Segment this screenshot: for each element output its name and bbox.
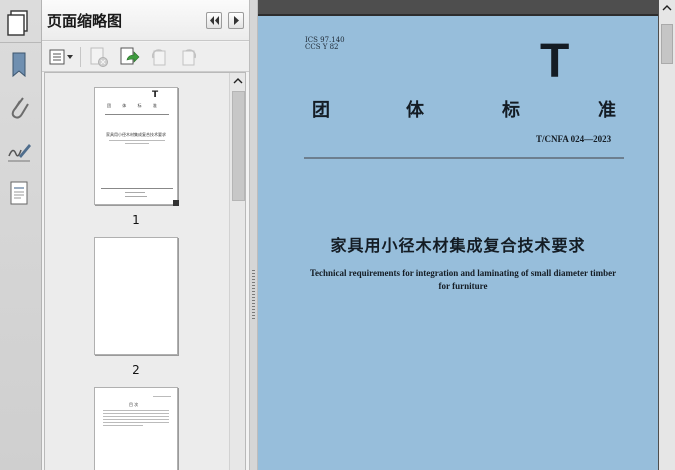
delete-page-button[interactable] — [88, 46, 110, 68]
pages-icon[interactable] — [5, 178, 33, 208]
delete-page-icon — [90, 47, 108, 67]
document-scroll-up-button[interactable] — [659, 0, 675, 14]
page-thumbnails-panel: 页面缩略图 T 团 体 标 准 家具用小径木材集成复合技术要求 1 2 目 次 — [42, 0, 249, 470]
double-chevron-left-icon — [210, 16, 219, 25]
chevron-up-icon — [662, 5, 672, 11]
chevron-up-icon — [233, 78, 243, 84]
panel-splitter[interactable] — [249, 0, 258, 470]
navigation-rail — [0, 0, 42, 470]
header-char-1: 团 — [312, 100, 330, 121]
document-title-chinese: 家具用小径木材集成复合技术要求 — [330, 236, 586, 255]
options-menu-button[interactable] — [48, 46, 76, 68]
thumbnails-toolbar — [42, 42, 249, 72]
pages-panel-icon[interactable] — [5, 8, 33, 38]
options-menu-icon — [49, 49, 73, 65]
document-title-english-line1: Technical requirements for integration a… — [309, 268, 617, 278]
rotate-left-button[interactable] — [148, 46, 170, 68]
extract-page-button[interactable] — [118, 46, 140, 68]
extract-page-icon — [120, 47, 140, 65]
thumbnail-1-label: 1 — [132, 213, 140, 227]
scroll-up-button[interactable] — [230, 73, 245, 90]
header-rule — [304, 157, 624, 159]
mini-title: 家具用小径木材集成复合技术要求 — [106, 132, 166, 137]
page-thumbnail-1[interactable]: T 团 体 标 准 家具用小径木材集成复合技术要求 — [94, 87, 179, 206]
page-thumbnail-2[interactable] — [94, 237, 178, 355]
standard-type-letter: T — [540, 35, 570, 88]
scrollbar-thumb[interactable] — [232, 91, 245, 201]
document-view: ICS 97.140 CCS Y 82 T 团 体 标 准 T/CNFA 024… — [258, 0, 675, 470]
next-panel-button[interactable] — [228, 12, 244, 29]
collapse-panel-button[interactable] — [206, 12, 222, 29]
thumbnail-list: T 团 体 标 准 家具用小径木材集成复合技术要求 1 2 目 次 — [44, 72, 246, 470]
rotate-right-icon — [182, 49, 197, 66]
document-scrollbar-thumb[interactable] — [661, 24, 673, 64]
rotate-left-icon — [151, 49, 166, 66]
header-char-2: 体 — [406, 100, 424, 121]
panel-header: 页面缩略图 — [42, 0, 249, 41]
document-title-english-line2: for furniture — [438, 281, 488, 291]
thumbnail-scrollbar[interactable] — [229, 73, 245, 470]
header-char-3: 标 — [502, 100, 520, 121]
splitter-grip[interactable] — [252, 270, 255, 320]
thumbnail-2-label: 2 — [132, 363, 140, 377]
signature-icon[interactable] — [5, 136, 33, 166]
mini-heading: 目 次 — [129, 402, 139, 407]
document-page: ICS 97.140 CCS Y 82 T 团 体 标 准 T/CNFA 024… — [258, 14, 658, 470]
chevron-right-icon — [234, 16, 239, 25]
ccs-code: CCS Y 82 — [305, 43, 339, 51]
rotate-right-button[interactable] — [178, 46, 200, 68]
mini-header: 团 体 标 准 — [107, 103, 162, 108]
header-char-4: 准 — [598, 100, 616, 121]
document-scrollbar[interactable] — [659, 0, 675, 470]
page-thumbnail-3[interactable]: 目 次 — [94, 387, 178, 470]
standard-number: T/CNFA 024—2023 — [536, 134, 612, 144]
mini-big-letter: T — [152, 90, 159, 100]
bookmark-icon[interactable] — [5, 50, 33, 80]
panel-title: 页面缩略图 — [47, 12, 123, 30]
paperclip-icon[interactable] — [5, 92, 33, 122]
